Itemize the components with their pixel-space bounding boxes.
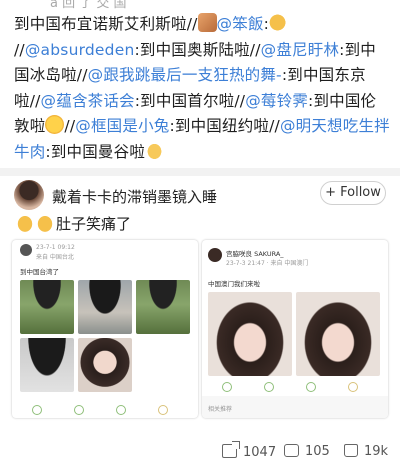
thumbs-up-icon: [36, 214, 54, 232]
post-text-segment: :到中国纽约啦//: [169, 117, 280, 135]
comment-icon: [264, 382, 274, 392]
post-text-segment: :到中国曼谷啦: [45, 142, 146, 161]
share-button[interactable]: 1047: [222, 441, 277, 460]
post-time: 23-7-3 21:47 · 来自 中国澳门: [226, 260, 309, 267]
card-caption: 中国澳门我们来啦: [208, 280, 260, 288]
related-row: 相关推荐: [202, 396, 388, 418]
section-divider: [0, 168, 400, 176]
mention-link[interactable]: @蕴含茶话会: [41, 92, 135, 110]
comment-count: 105: [305, 444, 330, 459]
photo[interactable]: [20, 338, 74, 392]
mention-link[interactable]: @absurdeden: [25, 41, 135, 59]
avatar-icon: [197, 13, 217, 32]
like-icon: [306, 382, 316, 392]
like-icon: [116, 405, 126, 415]
mention-link[interactable]: @盘尼盱林: [261, 41, 340, 59]
mention-link[interactable]: @跟我跳最后一支狂热的舞-: [88, 66, 282, 84]
avatar: [20, 244, 32, 256]
photo[interactable]: [78, 280, 132, 334]
previous-post-fragment: a 回 了 交 国: [0, 0, 400, 10]
comment-button[interactable]: 105: [284, 444, 330, 459]
post-source: 来自 中国台北: [36, 254, 74, 261]
follow-button[interactable]: + Follow: [320, 181, 386, 205]
photo[interactable]: [296, 292, 380, 376]
related-label: 相关推荐: [208, 406, 233, 413]
embedded-screenshot-left[interactable]: 23-7-1 09:12 来自 中国台北 到中国台湾了: [12, 240, 198, 418]
cry-icon: [45, 115, 65, 134]
ok-hand-icon: [145, 140, 165, 160]
comment-icon: [74, 405, 84, 415]
muscle-icon: [269, 13, 289, 32]
retweet-author-name[interactable]: 戴着卡卡的滞销墨镜入睡: [52, 186, 217, 207]
post-text-segment: 到中国布宜诺斯艾利斯啦//: [14, 15, 198, 33]
card-username: 宫脇咲良 SAKURA_: [226, 250, 284, 258]
action-bar: 1047 105 19k: [0, 432, 400, 472]
favorite-icon: [348, 382, 358, 392]
avatar: [208, 248, 222, 262]
photo[interactable]: [136, 280, 190, 334]
post-text-segment: :到中国奥斯陆啦//: [134, 40, 261, 59]
share-icon: [222, 382, 232, 392]
retweet-header: 戴着卡卡的滞销墨镜入睡 + Follow: [14, 180, 386, 214]
photo[interactable]: [20, 280, 74, 334]
photo[interactable]: [78, 338, 132, 392]
thumbs-up-icon: [16, 214, 34, 232]
cut-off-text: a 回 了 交 国: [50, 0, 127, 10]
avatar[interactable]: [14, 180, 44, 210]
post-text-segment: //: [64, 117, 76, 135]
comment-icon: [284, 444, 299, 457]
like-button[interactable]: 19k: [344, 444, 388, 459]
mention-link[interactable]: @莓铃霁: [245, 92, 308, 110]
like-icon: [344, 444, 358, 457]
card-caption: 到中国台湾了: [20, 268, 59, 276]
share-count: 1047: [243, 445, 277, 460]
favorite-icon: [158, 405, 168, 415]
post-text-segment: :到中国首尔啦//: [134, 91, 246, 110]
post-text-segment: //: [14, 40, 25, 59]
post-body: 到中国布宜诺斯艾利斯啦//@笨飯://@absurdeden:到中国奥斯陆啦//…: [14, 12, 390, 165]
share-icon: [222, 441, 240, 458]
mention-link[interactable]: @框国是小兔: [75, 117, 169, 135]
share-icon: [32, 405, 42, 415]
retweet-caption: 肚子笑痛了: [56, 215, 132, 233]
embedded-screenshot-right[interactable]: 宫脇咲良 SAKURA_ 23-7-3 21:47 · 来自 中国澳门 中国澳门…: [202, 240, 388, 418]
like-count: 19k: [364, 444, 389, 459]
post-time: 23-7-1 09:12: [36, 244, 75, 251]
photo[interactable]: [208, 292, 292, 376]
mention-link[interactable]: @笨飯: [217, 15, 264, 33]
retweet-text: 肚子笑痛了: [16, 214, 131, 234]
